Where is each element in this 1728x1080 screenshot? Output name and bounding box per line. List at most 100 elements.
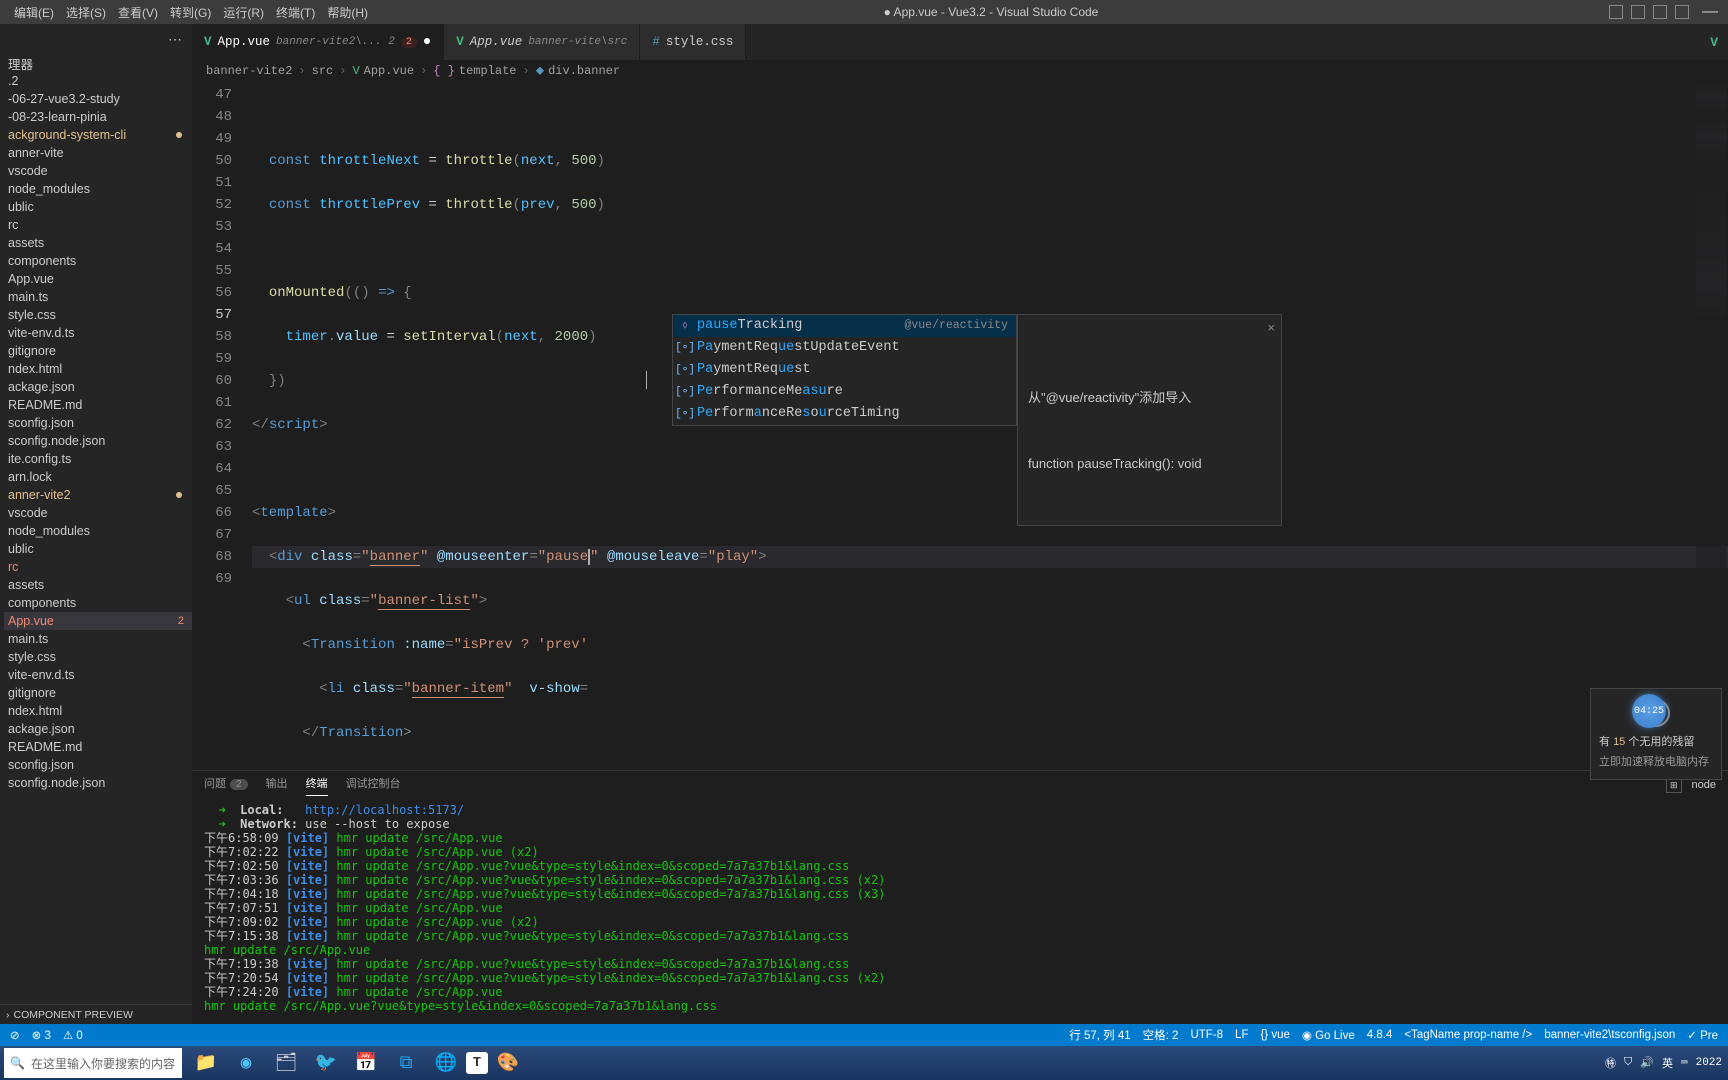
tree-item[interactable]: sconfig.node.json xyxy=(4,432,192,450)
status-cursor-pos[interactable]: 行 57, 列 41 xyxy=(1063,1027,1136,1043)
tree-item[interactable]: ackground-system-cli xyxy=(4,126,192,144)
crumb-file[interactable]: App.vue xyxy=(364,64,414,78)
code-content[interactable]: const throttleNext = throttle(next, 500)… xyxy=(252,82,1728,770)
autocomplete-item[interactable]: [∘]PaymentRequestUpdateEvent xyxy=(673,337,1016,359)
status-indent[interactable]: 空格: 2 xyxy=(1137,1027,1185,1043)
tree-item[interactable]: App.vue2 xyxy=(4,612,192,630)
tree-item[interactable]: node_modules xyxy=(4,180,192,198)
status-language[interactable]: {} vue xyxy=(1254,1029,1295,1041)
menu-help[interactable]: 帮助(H) xyxy=(321,4,374,21)
tree-item[interactable]: assets xyxy=(4,234,192,252)
tree-item[interactable]: ite.config.ts xyxy=(4,450,192,468)
tree-item[interactable]: vite-env.d.ts xyxy=(4,666,192,684)
dirty-icon[interactable]: ● xyxy=(423,34,431,50)
autocomplete-item[interactable]: [∘]PaymentRequest xyxy=(673,359,1016,381)
task-icon-bird[interactable]: 🐦 xyxy=(306,1046,346,1080)
tree-item[interactable]: sconfig.json xyxy=(4,756,192,774)
tree-item[interactable]: README.md xyxy=(4,396,192,414)
windows-search-input[interactable]: 🔍 在这里输入你要搜索的内容 xyxy=(4,1048,182,1078)
tree-item[interactable]: style.css xyxy=(4,648,192,666)
autocomplete-item[interactable]: [∘]PerformanceResourceTiming xyxy=(673,403,1016,425)
layout-controls[interactable] xyxy=(1608,5,1690,19)
task-icon-vscode[interactable]: ⧉ xyxy=(386,1046,426,1080)
menu-terminal[interactable]: 终端(T) xyxy=(270,4,321,21)
tree-item[interactable]: ndex.html xyxy=(4,702,192,720)
tree-item[interactable]: anner-vite xyxy=(4,144,192,162)
tree-item[interactable]: gitignore xyxy=(4,342,192,360)
status-eol[interactable]: LF xyxy=(1229,1029,1254,1041)
crumb-folder[interactable]: src xyxy=(312,64,334,78)
task-icon-explorer[interactable]: 🗂 xyxy=(266,1046,306,1080)
tree-item[interactable]: anner-vite2 xyxy=(4,486,192,504)
status-prettier[interactable]: ✓ Pre xyxy=(1681,1028,1724,1042)
tab-style-css[interactable]: # style.css xyxy=(640,24,746,60)
tree-item[interactable]: -08-23-learn-pinia xyxy=(4,108,192,126)
tree-item[interactable]: rc xyxy=(4,558,192,576)
tree-item[interactable]: vscode xyxy=(4,162,192,180)
tray-icon[interactable]: ⛉ xyxy=(1624,1057,1632,1069)
tab-app-vue-2[interactable]: V App.vue banner-vite\src xyxy=(444,24,640,60)
tree-item[interactable]: ndex.html xyxy=(4,360,192,378)
menu-edit[interactable]: 编辑(E) xyxy=(8,4,60,21)
panel-tab-terminal[interactable]: 终端 xyxy=(306,775,328,796)
tree-item[interactable]: components xyxy=(4,252,192,270)
panel-tab-debug-console[interactable]: 调试控制台 xyxy=(346,775,401,795)
explorer-more-icon[interactable]: ⋯ xyxy=(168,31,184,48)
code-editor[interactable]: 4748495051525354555657585960616263646566… xyxy=(192,82,1728,770)
tree-item[interactable]: ublic xyxy=(4,198,192,216)
status-errors[interactable]: ⊗ 3 xyxy=(26,1028,57,1042)
tree-item[interactable]: gitignore xyxy=(4,684,192,702)
tree-item[interactable]: ackage.json xyxy=(4,378,192,396)
terminal-name[interactable]: node xyxy=(1692,779,1716,791)
component-preview-panel[interactable]: › COMPONENT PREVIEW xyxy=(0,1004,192,1024)
task-icon-edge[interactable]: ◉ xyxy=(226,1046,266,1080)
tray-date[interactable]: 2022 xyxy=(1696,1057,1722,1069)
status-encoding[interactable]: UTF-8 xyxy=(1184,1029,1229,1041)
tree-item[interactable]: .2 xyxy=(4,72,192,90)
tree-item[interactable]: vscode xyxy=(4,504,192,522)
task-icon-calendar[interactable]: 📅 xyxy=(346,1046,386,1080)
crumb-folder[interactable]: banner-vite2 xyxy=(206,64,292,78)
tree-item[interactable]: arn.lock xyxy=(4,468,192,486)
menu-select[interactable]: 选择(S) xyxy=(60,4,112,21)
tree-item[interactable]: components xyxy=(4,594,192,612)
tree-item[interactable]: ublic xyxy=(4,540,192,558)
tree-item[interactable]: style.css xyxy=(4,306,192,324)
status-volar[interactable]: <TagName prop-name /> xyxy=(1398,1029,1538,1041)
menu-view[interactable]: 查看(V) xyxy=(112,4,164,21)
tray-ime[interactable]: 英 xyxy=(1662,1055,1673,1071)
autocomplete-popup[interactable]: ⬨pauseTracking@vue/reactivity[∘]PaymentR… xyxy=(672,314,1017,426)
crumb-symbol[interactable]: div.banner xyxy=(548,64,620,78)
tree-item[interactable]: vite-env.d.ts xyxy=(4,324,192,342)
autocomplete-item[interactable]: [∘]PerformanceMeasure xyxy=(673,381,1016,403)
tray-icon[interactable]: ㊕ xyxy=(1605,1055,1616,1071)
menu-goto[interactable]: 转到(G) xyxy=(164,4,217,21)
task-icon-text[interactable]: T xyxy=(466,1052,488,1074)
status-tsconfig[interactable]: banner-vite2\tsconfig.json xyxy=(1538,1029,1681,1041)
tree-item[interactable]: ackage.json xyxy=(4,720,192,738)
breadcrumbs[interactable]: banner-vite2 › src › V App.vue › { } tem… xyxy=(192,60,1728,82)
tree-item[interactable]: assets xyxy=(4,576,192,594)
tree-item[interactable]: rc xyxy=(4,216,192,234)
status-ts-version[interactable]: 4.8.4 xyxy=(1361,1029,1399,1041)
autocomplete-item[interactable]: ⬨pauseTracking@vue/reactivity xyxy=(673,315,1016,337)
terminal[interactable]: ➜ Local: http://localhost:5173/ ➜ Networ… xyxy=(192,799,1728,1024)
tray-icon[interactable]: ⌨ xyxy=(1681,1056,1688,1070)
tree-item[interactable]: README.md xyxy=(4,738,192,756)
task-icon-chrome[interactable]: 🌐 xyxy=(426,1046,466,1080)
minimize-icon[interactable]: — xyxy=(1700,3,1720,21)
tab-app-vue-active[interactable]: V App.vue banner-vite2\... 2 2 ● xyxy=(192,24,444,60)
tree-item[interactable]: main.ts xyxy=(4,288,192,306)
tray-icon[interactable]: 🔊 xyxy=(1640,1056,1654,1070)
menu-run[interactable]: 运行(R) xyxy=(217,4,270,21)
tree-item[interactable]: node_modules xyxy=(4,522,192,540)
tree-item[interactable]: sconfig.node.json xyxy=(4,774,192,792)
panel-tab-problems[interactable]: 问题2 xyxy=(204,775,248,795)
status-warnings[interactable]: ⚠ 0 xyxy=(57,1028,89,1042)
tree-item[interactable]: -06-27-vue3.2-study xyxy=(4,90,192,108)
status-remote[interactable]: ⊘ xyxy=(4,1028,26,1042)
tree-item[interactable]: 理器 xyxy=(4,54,192,72)
panel-tab-output[interactable]: 输出 xyxy=(266,775,288,795)
minimap[interactable] xyxy=(1696,82,1726,770)
crumb-symbol[interactable]: template xyxy=(459,64,517,78)
